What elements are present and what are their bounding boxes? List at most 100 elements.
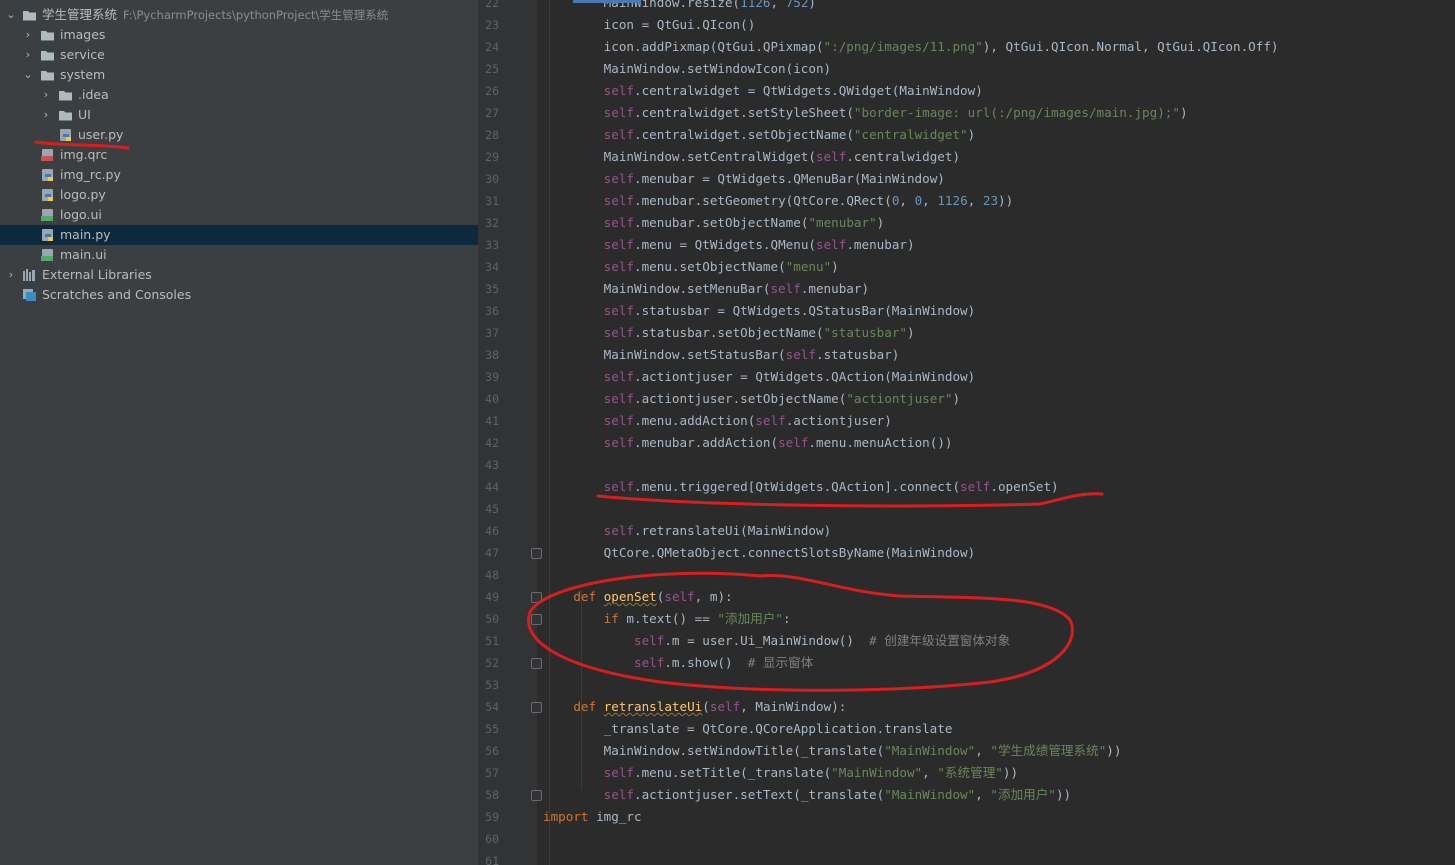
chevron-down-icon[interactable]: ⌄ <box>22 65 34 85</box>
tree-item-img-qrc[interactable]: img.qrc <box>0 145 478 165</box>
tree-item-label: logo.ui <box>60 207 102 222</box>
line-number: 56 <box>485 744 499 758</box>
code-line[interactable]: self.centralwidget = QtWidgets.QWidget(M… <box>543 80 983 102</box>
tree-item-label: main.ui <box>60 247 107 262</box>
fold-marker-icon[interactable] <box>531 658 542 669</box>
code-line[interactable]: self.actiontjuser.setText(_translate("Ma… <box>543 784 1071 806</box>
code-line[interactable]: def openSet(self, m): <box>543 586 732 608</box>
project-root-name: 学生管理系统 <box>42 7 118 22</box>
code-line[interactable]: MainWindow.setCentralWidget(self.central… <box>543 146 960 168</box>
code-line[interactable]: QtCore.QMetaObject.connectSlotsByName(Ma… <box>543 542 976 564</box>
line-number: 53 <box>485 678 499 692</box>
folder-icon <box>40 28 55 42</box>
code-line[interactable]: self.menu.setTitle(_translate("MainWindo… <box>543 762 1018 784</box>
fold-marker-icon[interactable] <box>531 592 542 603</box>
line-number: 47 <box>485 546 499 560</box>
folder-icon <box>58 88 73 102</box>
tree-item-main-py[interactable]: main.py <box>0 225 478 245</box>
line-number: 58 <box>485 788 499 802</box>
line-number: 35 <box>485 282 499 296</box>
chevron-right-icon[interactable]: › <box>22 25 34 45</box>
line-number-gutter: 22 23 24 25 26 27 28 29 30 31 32 33 34 35 36 37 38 39 40 41… <box>479 0 537 865</box>
code-line[interactable]: self.actiontjuser.setObjectName("actiont… <box>543 388 960 410</box>
project-root-path: F:\PycharmProjects\pythonProject\学生管理系统 <box>123 8 389 22</box>
line-number: 55 <box>485 722 499 736</box>
line-number: 30 <box>485 172 499 186</box>
tree-item-images[interactable]: › images <box>0 25 478 45</box>
tree-item-scratches-and-consoles[interactable]: Scratches and Consoles <box>0 285 478 305</box>
tree-item-label: UI <box>78 107 91 122</box>
code-line[interactable]: MainWindow.setMenuBar(self.menubar) <box>543 278 869 300</box>
line-number: 52 <box>485 656 499 670</box>
code-line[interactable]: def retranslateUi(self, MainWindow): <box>543 696 846 718</box>
chevron-right-icon[interactable]: › <box>5 265 17 285</box>
tree-item-logo-ui[interactable]: logo.ui <box>0 205 478 225</box>
line-number: 33 <box>485 238 499 252</box>
tree-item-logo-py[interactable]: logo.py <box>0 185 478 205</box>
line-number: 22 <box>485 0 499 10</box>
line-number: 24 <box>485 40 499 54</box>
code-line[interactable]: icon.addPixmap(QtGui.QPixmap(":/png/imag… <box>543 36 1279 58</box>
code-line[interactable]: import img_rc <box>543 806 642 828</box>
code-line[interactable]: MainWindow.setWindowTitle(_translate("Ma… <box>543 740 1122 762</box>
code-line[interactable]: self.m.show() # 显示窗体 <box>543 652 813 674</box>
tree-row-root[interactable]: ⌄ 学生管理系统 F:\PycharmProjects\pythonProject… <box>0 5 478 25</box>
tree-item-img-rc-py[interactable]: img_rc.py <box>0 165 478 185</box>
libraries-icon <box>22 268 37 282</box>
line-number: 49 <box>485 590 499 604</box>
code-editor[interactable]: 22 23 24 25 26 27 28 29 30 31 32 33 34 35 36 37 38 39 40 41… <box>479 0 1455 865</box>
line-number: 31 <box>485 194 499 208</box>
code-line[interactable]: self.menu.setObjectName("menu") <box>543 256 839 278</box>
code-line[interactable]: self.actiontjuser = QtWidgets.QAction(Ma… <box>543 366 976 388</box>
code-line[interactable]: self.menubar = QtWidgets.QMenuBar(MainWi… <box>543 168 945 190</box>
line-number: 38 <box>485 348 499 362</box>
code-line[interactable]: self.centralwidget.setStyleSheet("border… <box>543 102 1188 124</box>
code-line[interactable]: self.statusbar.setObjectName("statusbar"… <box>543 322 915 344</box>
line-number: 23 <box>485 18 499 32</box>
line-number: 36 <box>485 304 499 318</box>
chevron-right-icon[interactable]: › <box>40 85 52 105</box>
code-line[interactable]: self.menubar.setObjectName("menubar") <box>543 212 885 234</box>
tree-item-label: system <box>60 67 106 82</box>
tree-item-main-ui[interactable]: main.ui <box>0 245 478 265</box>
chevron-right-icon[interactable]: › <box>22 45 34 65</box>
code-line[interactable]: self.menu.triggered[QtWidgets.QAction].c… <box>543 476 1059 498</box>
tree-item-ui[interactable]: › UI <box>0 105 478 125</box>
ui-file-icon <box>40 248 55 262</box>
code-line[interactable]: MainWindow.setStatusBar(self.statusbar) <box>543 344 900 366</box>
tree-item-user-py[interactable]: user.py <box>0 125 478 145</box>
folder-icon <box>58 108 73 122</box>
tree-item-system[interactable]: ⌄ system <box>0 65 478 85</box>
code-line[interactable]: self.centralwidget.setObjectName("centra… <box>543 124 976 146</box>
tree-item-label: img.qrc <box>60 147 108 162</box>
tree-item-label: images <box>60 27 106 42</box>
tree-item-label: .idea <box>78 87 109 102</box>
chevron-right-icon[interactable]: › <box>40 105 52 125</box>
fold-marker-icon[interactable] <box>531 790 542 801</box>
tree-item-idea[interactable]: › .idea <box>0 85 478 105</box>
tree-item-external-libraries[interactable]: › External Libraries <box>0 265 478 285</box>
line-number: 45 <box>485 502 499 516</box>
fold-marker-icon[interactable] <box>531 548 542 559</box>
code-line[interactable]: icon = QtGui.QIcon() <box>543 14 756 36</box>
qrc-file-icon <box>40 148 55 162</box>
line-number: 51 <box>485 634 499 648</box>
code-line[interactable]: self.statusbar = QtWidgets.QStatusBar(Ma… <box>543 300 976 322</box>
code-line[interactable]: self.menubar.setGeometry(QtCore.QRect(0,… <box>543 190 1014 212</box>
line-number: 25 <box>485 62 499 76</box>
line-number: 46 <box>485 524 499 538</box>
code-line[interactable]: _translate = QtCore.QCoreApplication.tra… <box>543 718 953 740</box>
code-line[interactable]: self.m = user.Ui_MainWindow() # 创建年级设置窗体… <box>543 630 1010 652</box>
code-line[interactable]: MainWindow.setWindowIcon(icon) <box>543 58 831 80</box>
code-line[interactable]: if m.text() == "添加用户": <box>543 608 791 630</box>
code-line[interactable]: self.retranslateUi(MainWindow) <box>543 520 831 542</box>
tree-item-service[interactable]: › service <box>0 45 478 65</box>
fold-marker-icon[interactable] <box>531 614 542 625</box>
python-file-icon <box>40 188 55 202</box>
code-line[interactable]: self.menubar.addAction(self.menu.menuAct… <box>543 432 953 454</box>
code-line[interactable]: self.menu.addAction(self.actiontjuser) <box>543 410 892 432</box>
line-number: 40 <box>485 392 499 406</box>
fold-marker-icon[interactable] <box>531 702 542 713</box>
chevron-down-icon[interactable]: ⌄ <box>5 5 17 25</box>
code-line[interactable]: self.menu = QtWidgets.QMenu(self.menubar… <box>543 234 915 256</box>
